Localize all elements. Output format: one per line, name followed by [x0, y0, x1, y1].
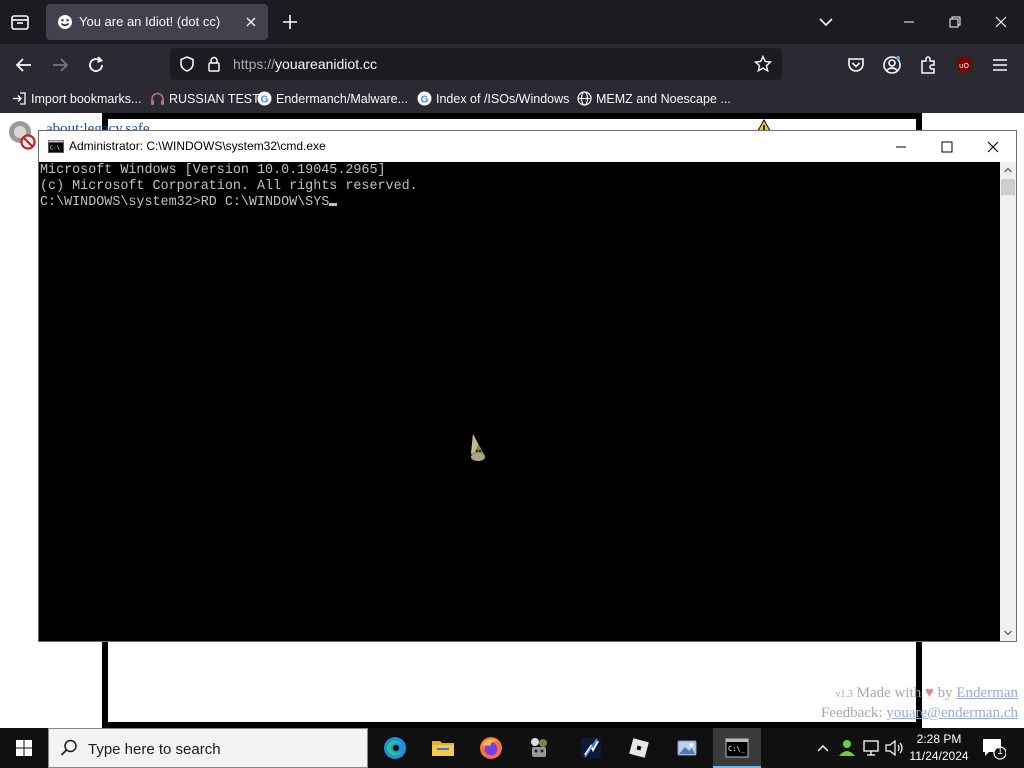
- heart-icon: ♥: [924, 685, 934, 701]
- feedback-email-link[interactable]: youare@enderman.ch: [886, 705, 1018, 721]
- scroll-down-arrow-icon[interactable]: [1000, 625, 1016, 641]
- console-line: (c) Microsoft Corporation. All rights re…: [40, 179, 418, 194]
- animated-cursor-icon: [467, 430, 491, 464]
- lock-icon[interactable]: [205, 55, 223, 73]
- scroll-thumb[interactable]: [1001, 179, 1015, 195]
- cmd-window[interactable]: C:\ Administrator: C:\WINDOWS\system32\c…: [38, 130, 1017, 642]
- clock-date: 11/24/2024: [909, 749, 969, 763]
- windows-start-icon[interactable]: [0, 728, 48, 768]
- forward-arrow-icon[interactable]: [48, 53, 72, 77]
- cmd-title-bar[interactable]: C:\ Administrator: C:\WINDOWS\system32\c…: [39, 131, 1016, 162]
- console-prompt-line: C:\WINDOWS\system32>RD C:\WINDOW\SYS: [40, 195, 999, 211]
- svg-text:G: G: [261, 94, 269, 105]
- globe-icon: [577, 91, 592, 106]
- scroll-up-arrow-icon[interactable]: [1000, 162, 1016, 178]
- back-arrow-icon[interactable]: [12, 53, 36, 77]
- browser-nav-bar: https://youareanidiot.cc uO 2: [0, 44, 1024, 105]
- command-prompt-taskbar-icon[interactable]: C:\_: [713, 728, 761, 768]
- chevron-down-icon[interactable]: [816, 12, 836, 32]
- close-tab-icon[interactable]: [242, 13, 260, 31]
- headphones-icon: [150, 91, 165, 106]
- bookmark-endermanch-malware[interactable]: G Endermanch/Malware...: [257, 91, 408, 109]
- firefox-view-icon[interactable]: [8, 10, 32, 34]
- cmd-scrollbar[interactable]: [1000, 162, 1016, 641]
- cmd-close-button[interactable]: [970, 131, 1016, 162]
- account-icon[interactable]: [880, 53, 904, 77]
- clock-time: 2:28 PM: [916, 732, 962, 746]
- bookmark-russian-test[interactable]: RUSSIAN TEST: [150, 91, 260, 109]
- cmd-window-title: Administrator: C:\WINDOWS\system32\cmd.e…: [69, 139, 326, 153]
- taskbar-search-box[interactable]: Type here to search: [48, 728, 368, 768]
- notification-center-icon[interactable]: 1: [980, 736, 1007, 760]
- cmd-maximize-button[interactable]: [924, 131, 970, 162]
- bookmark-isos-windows[interactable]: G Index of /ISOs/Windows: [417, 91, 569, 109]
- google-icon: G: [257, 91, 272, 106]
- hamburger-menu-icon[interactable]: [988, 53, 1012, 77]
- url-text[interactable]: https://youareanidiot.cc: [233, 56, 377, 72]
- star-bookmark-icon[interactable]: [753, 54, 773, 73]
- svg-text:uO: uO: [959, 62, 969, 70]
- search-placeholder: Type here to search: [88, 741, 221, 758]
- browser-tab[interactable]: You are an Idiot! (dot cc): [46, 4, 268, 40]
- extensions-icon[interactable]: [916, 53, 940, 77]
- google-icon: G: [417, 91, 432, 106]
- bookmark-import[interactable]: Import bookmarks...: [12, 91, 141, 109]
- blocked-speaker-icon: [6, 119, 38, 151]
- firefox-icon[interactable]: [467, 728, 515, 768]
- shield-icon[interactable]: [178, 55, 196, 73]
- edge-icon[interactable]: [371, 728, 419, 768]
- minimize-window-button[interactable]: [886, 0, 932, 44]
- search-icon: [59, 738, 79, 758]
- ublock-origin-icon[interactable]: uO: [952, 53, 976, 77]
- reload-icon[interactable]: [84, 53, 108, 77]
- browser-tab-bar: You are an Idiot! (dot cc): [0, 0, 1024, 44]
- roblox-icon[interactable]: [615, 728, 663, 768]
- taskbar: Type here to search C:\_ 2:28 PM 11/24/2…: [0, 728, 1024, 768]
- chevron-up-icon[interactable]: [812, 728, 834, 768]
- console-line: Microsoft Windows [Version 10.0.19045.29…: [40, 163, 386, 178]
- pocket-icon[interactable]: [844, 53, 868, 77]
- malware-app-icon[interactable]: [515, 728, 563, 768]
- svg-text:G: G: [421, 94, 429, 105]
- cmd-minimize-button[interactable]: [878, 131, 924, 162]
- close-window-button[interactable]: [978, 0, 1024, 44]
- notification-count: 1: [997, 746, 1003, 757]
- text-cursor: [329, 203, 338, 206]
- screen: You are an Idiot! (dot cc) https://youar…: [0, 0, 1024, 768]
- volume-icon[interactable]: [883, 728, 905, 768]
- photos-icon[interactable]: [663, 728, 711, 768]
- bookmarks-toolbar: Import bookmarks... RUSSIAN TEST G Enderm…: [0, 85, 1024, 113]
- user-status-icon[interactable]: [836, 728, 858, 768]
- url-bar[interactable]: https://youareanidiot.cc: [170, 48, 782, 80]
- svg-text:C:\: C:\: [50, 146, 60, 152]
- cmd-window-icon: C:\: [48, 140, 64, 153]
- file-explorer-icon[interactable]: [419, 728, 467, 768]
- taskbar-clock[interactable]: 2:28 PM 11/24/2024: [904, 731, 974, 765]
- author-link[interactable]: Enderman: [956, 685, 1018, 701]
- smiley-favicon-icon: [57, 14, 73, 30]
- restore-window-button[interactable]: [932, 0, 978, 44]
- app-icon[interactable]: [567, 728, 615, 768]
- import-icon: [12, 91, 27, 106]
- console-output[interactable]: Microsoft Windows [Version 10.0.19045.29…: [39, 162, 1000, 641]
- network-icon[interactable]: [860, 728, 882, 768]
- tab-title: You are an Idiot! (dot cc): [79, 14, 221, 29]
- new-tab-icon[interactable]: [280, 12, 300, 32]
- page-footer: v1.3 Made with ♥ by Enderman Feedback: y…: [820, 685, 1018, 721]
- svg-text:C:\_: C:\_: [728, 745, 746, 753]
- bookmark-memz-noescape[interactable]: MEMZ and Noescape ...: [577, 91, 731, 109]
